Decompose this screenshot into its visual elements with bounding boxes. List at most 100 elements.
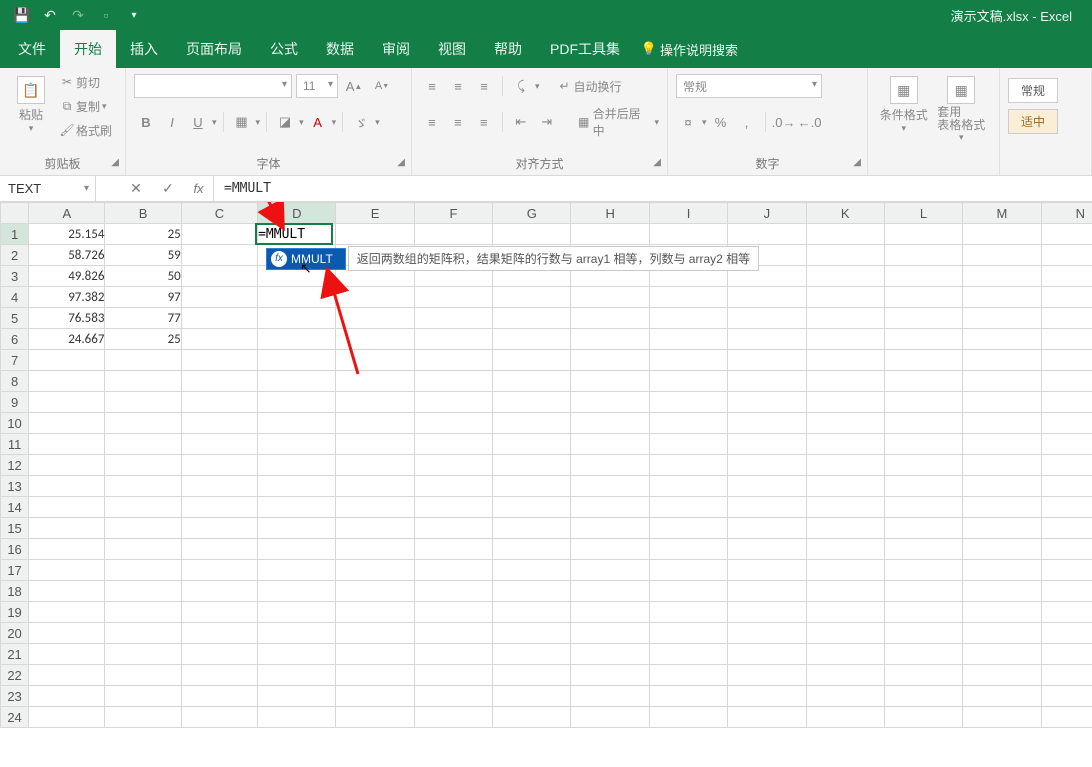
cell-E16[interactable] [336, 539, 414, 560]
cell-B16[interactable] [105, 539, 181, 560]
cell-N22[interactable] [1041, 665, 1092, 686]
cell-L5[interactable] [884, 308, 962, 329]
row-header-9[interactable]: 9 [1, 392, 29, 413]
increase-indent-icon[interactable]: ⇥ [535, 110, 559, 134]
font-color-button[interactable]: A [306, 110, 330, 134]
tab-file[interactable]: 文件 [4, 30, 60, 68]
cell-L9[interactable] [884, 392, 962, 413]
cell-N4[interactable] [1041, 287, 1092, 308]
cell-A6[interactable]: 24.667 [29, 329, 105, 350]
cell-N1[interactable] [1041, 224, 1092, 245]
decrease-font-icon[interactable]: A▼ [370, 74, 394, 98]
cell-K19[interactable] [806, 602, 884, 623]
cell-N15[interactable] [1041, 518, 1092, 539]
cell-J4[interactable] [728, 287, 806, 308]
col-header-C[interactable]: C [181, 203, 257, 224]
col-header-A[interactable]: A [29, 203, 105, 224]
bold-button[interactable]: B [134, 110, 158, 134]
cell-B22[interactable] [105, 665, 181, 686]
number-format-combo[interactable]: 常规▾ [676, 74, 822, 98]
accept-formula-button[interactable]: ✓ [152, 176, 184, 202]
cell-L7[interactable] [884, 350, 962, 371]
cell-A8[interactable] [29, 371, 105, 392]
cell-I1[interactable] [649, 224, 727, 245]
cell-B14[interactable] [105, 497, 181, 518]
cell-D12[interactable] [258, 455, 336, 476]
cancel-formula-button[interactable]: ✕ [120, 176, 152, 202]
cell-C1[interactable] [181, 224, 257, 245]
row-header-18[interactable]: 18 [1, 581, 29, 602]
cell-K24[interactable] [806, 707, 884, 728]
cell-J20[interactable] [728, 623, 806, 644]
cell-G22[interactable] [493, 665, 571, 686]
cell-M11[interactable] [963, 434, 1041, 455]
cell-G7[interactable] [493, 350, 571, 371]
insert-function-button[interactable]: fx [184, 176, 214, 202]
cell-B1[interactable]: 25 [105, 224, 181, 245]
cell-D14[interactable] [258, 497, 336, 518]
row-header-13[interactable]: 13 [1, 476, 29, 497]
cell-B7[interactable] [105, 350, 181, 371]
cell-M20[interactable] [963, 623, 1041, 644]
cell-M23[interactable] [963, 686, 1041, 707]
cell-E13[interactable] [336, 476, 414, 497]
formula-input[interactable]: =MMULT [214, 181, 1092, 196]
cell-J7[interactable] [728, 350, 806, 371]
cell-L6[interactable] [884, 329, 962, 350]
cell-I23[interactable] [649, 686, 727, 707]
cell-I22[interactable] [649, 665, 727, 686]
cell-J18[interactable] [728, 581, 806, 602]
worksheet[interactable]: ABCDEFGHIJKLMN125.15425=MMULT258.7265934… [0, 202, 1092, 767]
cell-G9[interactable] [493, 392, 571, 413]
redo-icon[interactable]: ↷ [64, 0, 92, 30]
cell-C20[interactable] [181, 623, 257, 644]
align-left-icon[interactable]: ≡ [420, 110, 444, 134]
chevron-down-icon[interactable]: ▾ [84, 183, 89, 194]
font-launcher-icon[interactable]: ◢ [397, 157, 405, 168]
cell-D19[interactable] [258, 602, 336, 623]
row-header-14[interactable]: 14 [1, 497, 29, 518]
cell-H18[interactable] [571, 581, 649, 602]
cell-A1[interactable]: 25.154 [29, 224, 105, 245]
align-middle-icon[interactable]: ≡ [446, 74, 470, 98]
cell-G12[interactable] [493, 455, 571, 476]
cell-H14[interactable] [571, 497, 649, 518]
cell-E22[interactable] [336, 665, 414, 686]
cell-B2[interactable]: 59 [105, 245, 181, 266]
cell-J15[interactable] [728, 518, 806, 539]
qat-dropdown-icon[interactable]: ▾ [120, 0, 148, 30]
cell-C18[interactable] [181, 581, 257, 602]
cell-I4[interactable] [649, 287, 727, 308]
cell-A23[interactable] [29, 686, 105, 707]
row-header-21[interactable]: 21 [1, 644, 29, 665]
cell-D23[interactable] [258, 686, 336, 707]
cell-K4[interactable] [806, 287, 884, 308]
cell-F4[interactable] [414, 287, 492, 308]
cell-A24[interactable] [29, 707, 105, 728]
cell-N2[interactable] [1041, 245, 1092, 266]
cell-D6[interactable] [258, 329, 336, 350]
cell-B15[interactable] [105, 518, 181, 539]
cell-F6[interactable] [414, 329, 492, 350]
tab-view[interactable]: 视图 [424, 30, 480, 68]
cell-F19[interactable] [414, 602, 492, 623]
cell-E10[interactable] [336, 413, 414, 434]
cell-L12[interactable] [884, 455, 962, 476]
cell-E14[interactable] [336, 497, 414, 518]
cell-N20[interactable] [1041, 623, 1092, 644]
cell-B3[interactable]: 50 [105, 266, 181, 287]
fill-color-button[interactable]: ◪ [273, 110, 297, 134]
cell-E7[interactable] [336, 350, 414, 371]
cell-E8[interactable] [336, 371, 414, 392]
col-header-D[interactable]: D [258, 203, 336, 224]
cell-I7[interactable] [649, 350, 727, 371]
cell-E23[interactable] [336, 686, 414, 707]
cell-J23[interactable] [728, 686, 806, 707]
cell-B21[interactable] [105, 644, 181, 665]
cell-H4[interactable] [571, 287, 649, 308]
cell-I14[interactable] [649, 497, 727, 518]
cell-A5[interactable]: 76.583 [29, 308, 105, 329]
cell-G15[interactable] [493, 518, 571, 539]
cell-F12[interactable] [414, 455, 492, 476]
row-header-15[interactable]: 15 [1, 518, 29, 539]
